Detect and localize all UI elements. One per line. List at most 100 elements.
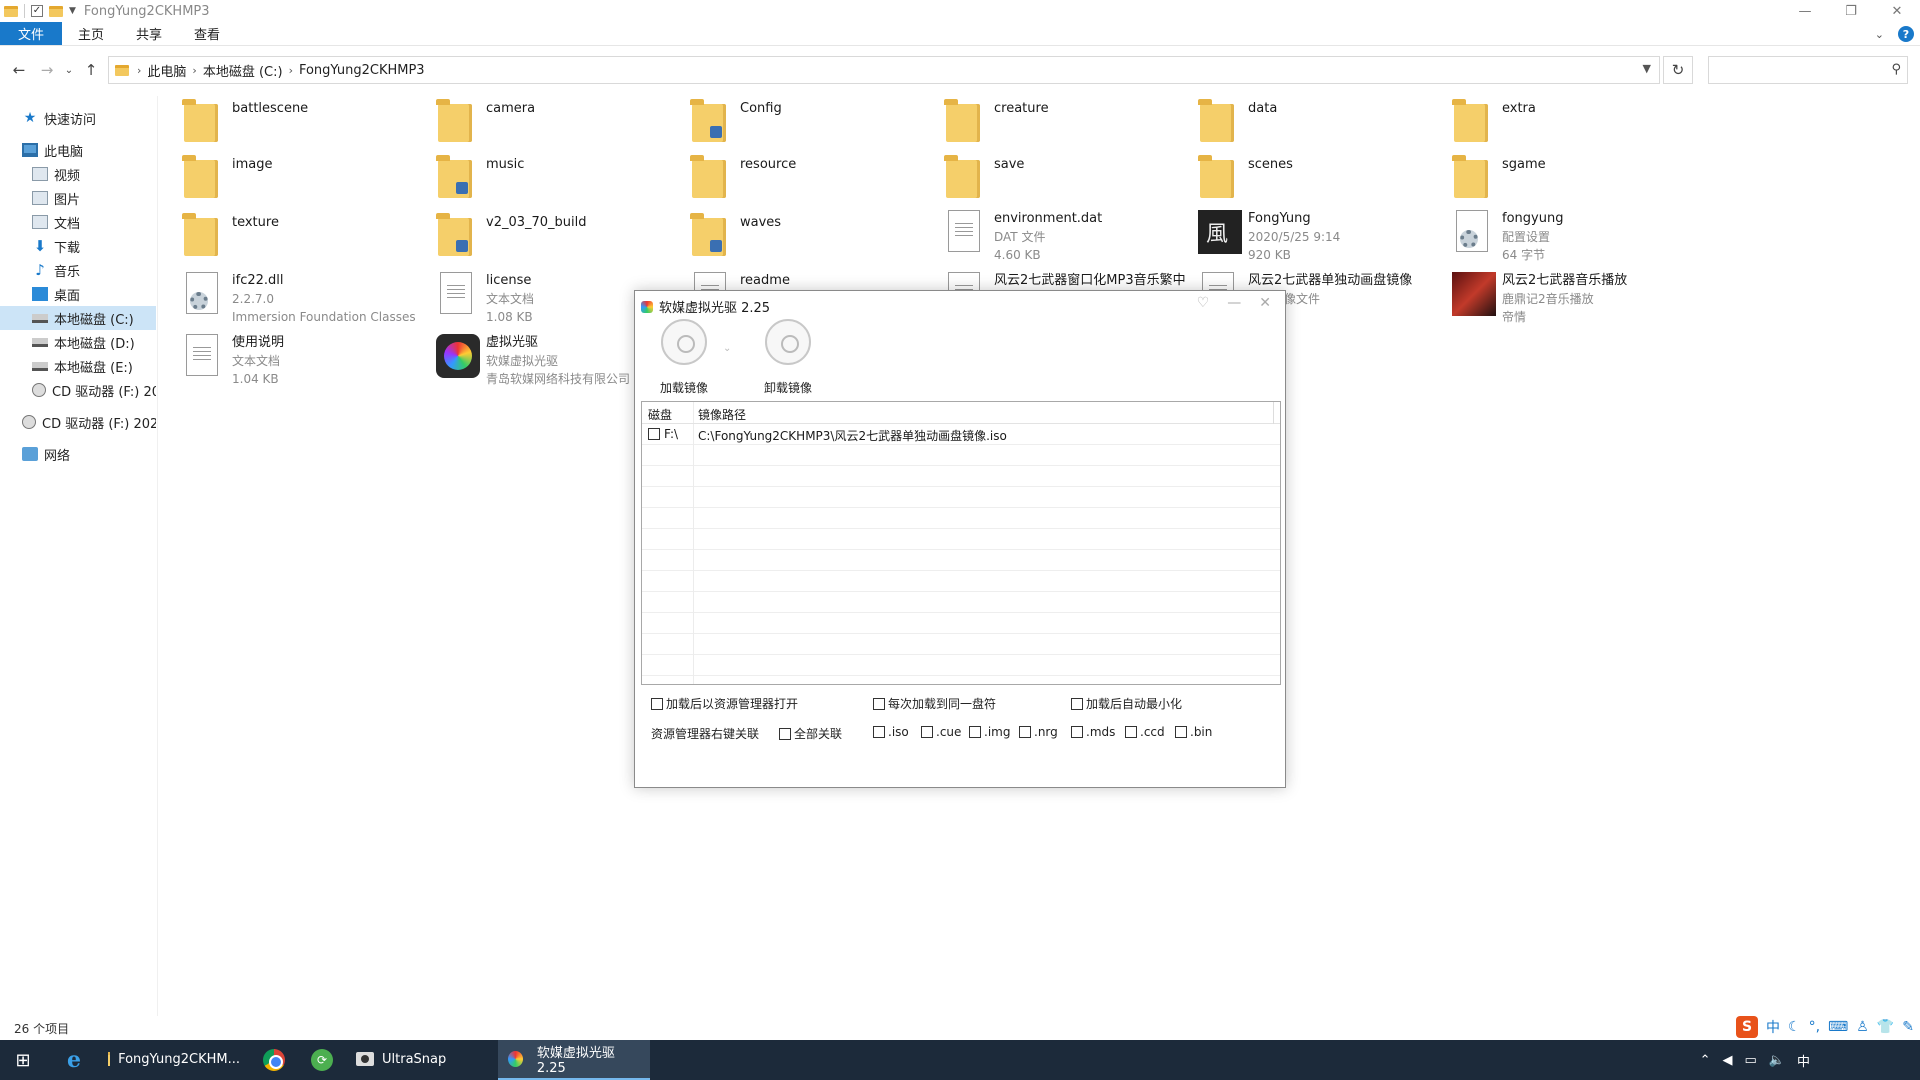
chevron-up-icon[interactable]: ⌃ <box>1700 1053 1711 1068</box>
ext-checkbox[interactable] <box>969 726 981 738</box>
sidebar-item-cd-drive[interactable]: CD 驱动器 (F:) 202 <box>32 378 156 402</box>
help-icon[interactable]: ? <box>1898 26 1914 42</box>
settings-icon[interactable]: ♡ <box>1197 295 1210 311</box>
breadcrumb-this-pc[interactable]: 此电脑 <box>147 61 186 80</box>
open-explorer-checkbox[interactable] <box>651 697 663 710</box>
sidebar-item-documents[interactable]: 文档 <box>32 210 80 234</box>
file-item[interactable]: music <box>434 152 684 206</box>
all-assoc-option[interactable]: 全部关联 <box>779 725 842 742</box>
keyboard-icon[interactable]: ⌨ <box>1828 1019 1848 1035</box>
file-item[interactable]: Config <box>688 96 938 150</box>
file-item[interactable]: save <box>942 152 1192 206</box>
green-app-icon[interactable]: ⟳ <box>298 1040 346 1080</box>
mount-image-button[interactable]: 加载镜像 <box>649 319 719 396</box>
file-item[interactable]: v2_03_70_build <box>434 210 684 264</box>
column-header-path[interactable]: 镜像路径 <box>698 406 746 423</box>
ext-checkbox[interactable] <box>921 726 933 738</box>
auto-minimize-option[interactable]: 加载后自动最小化 <box>1071 695 1182 712</box>
file-item[interactable]: image <box>180 152 430 206</box>
file-item[interactable]: waves <box>688 210 938 264</box>
sogou-icon[interactable]: S <box>1736 1016 1758 1038</box>
address-bar[interactable]: › 此电脑 › 本地磁盘 (C:) › FongYung2CKHMP3 ▼ <box>108 56 1660 84</box>
tab-share[interactable]: 共享 <box>120 22 178 45</box>
ime-indicator[interactable]: 中 <box>1797 1051 1810 1070</box>
minimize-button[interactable]: — <box>1782 0 1828 22</box>
ext-ccd-option[interactable]: .ccd <box>1125 725 1165 739</box>
file-item[interactable]: creature <box>942 96 1192 150</box>
file-item[interactable]: texture <box>180 210 430 264</box>
unmount-image-button[interactable]: 卸载镜像 <box>753 319 823 396</box>
sidebar-item-drive-c[interactable]: 本地磁盘 (C:) <box>0 306 156 330</box>
file-item[interactable]: environment.dat DAT 文件 4.60 KB <box>942 206 1192 262</box>
ext-img-option[interactable]: .img <box>969 725 1010 739</box>
recent-dropdown-icon[interactable]: ⌄ <box>58 65 80 76</box>
speaker-muted-icon[interactable]: ◀ <box>1723 1053 1733 1068</box>
chevron-down-icon[interactable]: ▼ <box>1643 62 1651 75</box>
ext-checkbox[interactable] <box>1175 726 1187 738</box>
expand-ribbon-icon[interactable]: ⌄ <box>1875 28 1884 41</box>
moon-icon[interactable]: ☾ <box>1788 1019 1801 1035</box>
sidebar-item-cd-drive-root[interactable]: CD 驱动器 (F:) 2020 <box>22 410 156 434</box>
file-item[interactable]: 使用说明 文本文档 1.04 KB <box>180 330 430 386</box>
network-icon[interactable]: ▭ <box>1745 1053 1757 1068</box>
sidebar-item-drive-d[interactable]: 本地磁盘 (D:) <box>32 330 135 354</box>
taskbar-ultrasnap[interactable]: UltraSnap <box>346 1040 498 1080</box>
sidebar-item-network[interactable]: 网络 <box>22 442 70 466</box>
ext-nrg-option[interactable]: .nrg <box>1019 725 1058 739</box>
same-letter-option[interactable]: 每次加载到同一盘符 <box>873 695 996 712</box>
sidebar-item-this-pc[interactable]: 此电脑 <box>22 138 83 162</box>
chrome-icon[interactable] <box>250 1040 298 1080</box>
sidebar-item-videos[interactable]: 视频 <box>32 162 80 186</box>
file-item[interactable]: 風 FongYung 2020/5/25 9:14 920 KB <box>1196 206 1446 262</box>
breadcrumb-folder[interactable]: FongYung2CKHMP3 <box>299 63 425 78</box>
ext-checkbox[interactable] <box>1071 726 1083 738</box>
file-item[interactable]: scenes <box>1196 152 1446 206</box>
minimize-icon[interactable]: — <box>1227 295 1241 311</box>
ime-language[interactable]: 中 <box>1766 1017 1780 1037</box>
restore-button[interactable]: ❐ <box>1828 0 1874 22</box>
tab-file[interactable]: 文件 <box>0 22 63 45</box>
ext-bin-option[interactable]: .bin <box>1175 725 1212 739</box>
open-explorer-option[interactable]: 加载后以资源管理器打开 <box>651 695 798 712</box>
up-icon[interactable]: ↑ <box>80 61 102 79</box>
sidebar-item-drive-e[interactable]: 本地磁盘 (E:) <box>32 354 133 378</box>
ext-iso-option[interactable]: .iso <box>873 725 909 739</box>
file-item[interactable]: ifc22.dll 2.2.7.0 Immersion Foundation Cla… <box>180 268 440 324</box>
file-item[interactable]: fongyung 配置设置 64 字节 <box>1450 206 1700 262</box>
customize-dropdown-icon[interactable]: ▼ <box>69 6 76 16</box>
file-item[interactable]: data <box>1196 96 1446 150</box>
punctuation-icon[interactable]: °, <box>1809 1019 1820 1035</box>
file-item[interactable]: camera <box>434 96 684 150</box>
search-input[interactable]: ⚲ <box>1708 56 1908 84</box>
sidebar-item-desktop[interactable]: 桌面 <box>32 282 80 306</box>
ext-checkbox[interactable] <box>1019 726 1031 738</box>
ext-checkbox[interactable] <box>873 726 885 738</box>
auto-minimize-checkbox[interactable] <box>1071 697 1083 710</box>
chevron-right-icon[interactable]: › <box>137 64 141 77</box>
file-item[interactable]: 风云2七武器音乐播放 鹿鼎记2音乐播放 帝情 <box>1450 268 1700 324</box>
chevron-right-icon[interactable]: › <box>289 64 293 77</box>
user-icon[interactable]: ♙ <box>1856 1019 1869 1035</box>
refresh-icon[interactable]: ↻ <box>1663 56 1693 84</box>
tools-icon[interactable]: ✎ <box>1902 1019 1914 1035</box>
taskbar-explorer[interactable]: FongYung2CKHM... <box>98 1040 250 1080</box>
ie-browser-icon[interactable]: e <box>50 1040 98 1080</box>
close-icon[interactable]: ✕ <box>1259 295 1271 311</box>
ext-checkbox[interactable] <box>1125 726 1137 738</box>
column-header-disk[interactable]: 磁盘 <box>648 406 672 423</box>
tab-view[interactable]: 查看 <box>178 22 236 45</box>
sidebar-item-downloads[interactable]: ⬇ 下载 <box>32 234 80 258</box>
chevron-right-icon[interactable]: › <box>192 64 196 77</box>
taskbar-virtual-drive[interactable]: 软媒虚拟光驱 2.25 <box>498 1040 650 1080</box>
file-item[interactable]: battlescene <box>180 96 430 150</box>
sidebar-item-quick-access[interactable]: ★ 快速访问 <box>22 106 96 130</box>
file-item[interactable]: resource <box>688 152 938 206</box>
breadcrumb-drive-c[interactable]: 本地磁盘 (C:) <box>203 61 283 80</box>
file-item[interactable]: extra <box>1450 96 1700 150</box>
properties-icon[interactable]: ✓ <box>31 5 43 17</box>
ext-cue-option[interactable]: .cue <box>921 725 961 739</box>
all-assoc-checkbox[interactable] <box>779 727 791 740</box>
row-checkbox[interactable] <box>648 428 660 440</box>
tab-home[interactable]: 主页 <box>62 22 120 45</box>
ext-mds-option[interactable]: .mds <box>1071 725 1115 739</box>
